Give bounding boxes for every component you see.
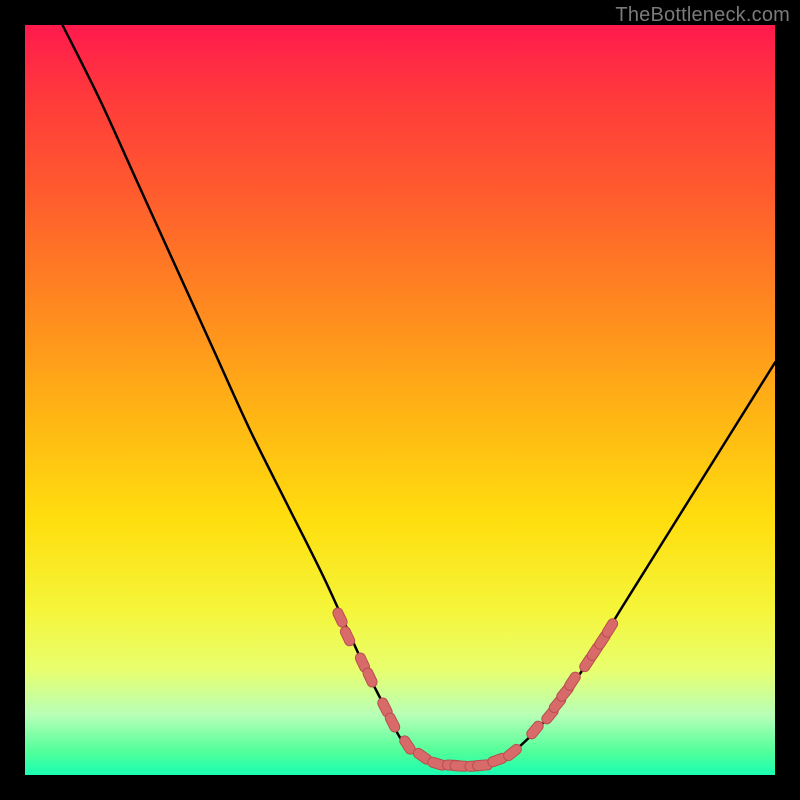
curve-marker	[525, 719, 545, 741]
curve-marker	[563, 670, 582, 692]
curve-marker	[361, 666, 379, 688]
outer-frame: TheBottleneck.com	[0, 0, 800, 800]
curve-marker	[502, 742, 524, 762]
plot-area	[25, 25, 775, 775]
curve-marker	[331, 606, 349, 628]
watermark-text: TheBottleneck.com	[615, 4, 790, 27]
chart-svg	[25, 25, 775, 775]
curve-marker	[384, 711, 402, 733]
bottleneck-curve	[63, 25, 776, 766]
curve-marker	[339, 625, 357, 647]
curve-marker	[600, 617, 619, 639]
